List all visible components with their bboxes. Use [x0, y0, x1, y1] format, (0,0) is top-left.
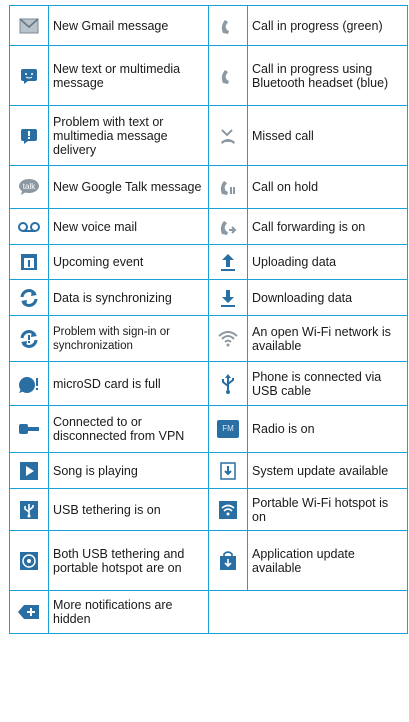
table-row: New text or multimedia message Call in p… [9, 45, 408, 106]
upload-icon [219, 253, 237, 271]
icon-description: New text or multimedia message [48, 45, 209, 106]
gmail-icon [19, 17, 39, 34]
icon-description: Missed call [247, 105, 408, 166]
call-on-hold-icon [219, 178, 237, 196]
table-row: Both USB tethering and portable hotspot … [9, 530, 408, 591]
icon-description: Uploading data [247, 244, 408, 280]
icon-description: Both USB tethering and portable hotspot … [48, 530, 209, 591]
missed-call-icon [219, 127, 237, 145]
icon-description: Portable Wi-Fi hotspot is on [247, 488, 408, 531]
calendar-icon [20, 253, 38, 271]
google-talk-icon: talk [18, 178, 40, 196]
icon-description: Application update available [247, 530, 408, 591]
vpn-key-icon [18, 422, 40, 436]
message-problem-icon [20, 127, 38, 145]
download-icon [219, 289, 237, 307]
table-row: New voice mail Call forwarding is on [9, 208, 408, 245]
sd-card-full-icon [17, 375, 41, 393]
table-row: New Gmail message Call in progress (gree… [9, 5, 408, 46]
table-row: USB tethering is on Portable Wi-Fi hotsp… [9, 488, 408, 531]
table-row: talk New Google Talk message Call on hol… [9, 165, 408, 209]
usb-icon [221, 373, 235, 394]
table-row: Song is playing System update available [9, 452, 408, 489]
empty-cell [208, 590, 408, 634]
text-message-icon [20, 67, 38, 85]
table-row: Connected to or disconnected from VPN FM… [9, 405, 408, 453]
notification-icons-table: New Gmail message Call in progress (gree… [9, 5, 408, 634]
icon-description: Upcoming event [48, 244, 209, 280]
icon-description: New voice mail [48, 208, 209, 245]
icon-description: Song is playing [48, 452, 209, 489]
icon-description: System update available [247, 452, 408, 489]
icon-description: Call forwarding is on [247, 208, 408, 245]
portable-hotspot-icon [219, 500, 237, 519]
sync-problem-icon [19, 329, 39, 349]
table-row: Upcoming event Uploading data [9, 244, 408, 280]
icon-description: An open Wi-Fi network is available [247, 315, 408, 362]
usb-tethering-icon [20, 500, 38, 519]
radio-icon-label: FM [222, 424, 234, 433]
play-icon [20, 461, 38, 480]
table-row: Data is synchronizing Downloading data [9, 279, 408, 316]
system-update-icon [220, 461, 236, 480]
icon-description: Phone is connected via USB cable [247, 361, 408, 406]
more-notifications-icon [18, 604, 40, 620]
icon-cell [9, 5, 49, 46]
app-update-icon [219, 550, 237, 571]
icon-description: Problem with text or multimedia message … [48, 105, 209, 166]
icon-description: New Google Talk message [48, 165, 209, 209]
icon-description: Connected to or disconnected from VPN [48, 405, 209, 453]
icon-description: USB tethering is on [48, 488, 209, 531]
sync-icon [19, 288, 39, 308]
tethering-hotspot-icon [20, 551, 38, 570]
table-row: microSD card is full Phone is connected … [9, 361, 408, 406]
radio-icon: FM [217, 420, 239, 438]
icon-cell [208, 5, 248, 46]
open-wifi-icon [218, 330, 238, 347]
icon-description: Downloading data [247, 279, 408, 316]
voicemail-icon [18, 221, 40, 233]
table-row: More notifications are hidden [9, 590, 408, 634]
call-bluetooth-icon [219, 67, 237, 85]
icon-description: Problem with sign-in or synchronization [48, 315, 209, 362]
icon-description: Call in progress (green) [247, 5, 408, 46]
icon-description: Call on hold [247, 165, 408, 209]
icon-description: microSD card is full [48, 361, 209, 406]
call-in-progress-green-icon [219, 17, 237, 35]
icon-description: More notifications are hidden [48, 590, 209, 634]
icon-description: New Gmail message [48, 5, 209, 46]
icon-description: Data is synchronizing [48, 279, 209, 316]
table-row: Problem with text or multimedia message … [9, 105, 408, 166]
icon-description: Radio is on [247, 405, 408, 453]
svg-text:talk: talk [23, 182, 36, 191]
call-forwarding-icon [219, 218, 237, 236]
icon-description: Call in progress using Bluetooth headset… [247, 45, 408, 106]
table-row: Problem with sign-in or synchronization … [9, 315, 408, 362]
